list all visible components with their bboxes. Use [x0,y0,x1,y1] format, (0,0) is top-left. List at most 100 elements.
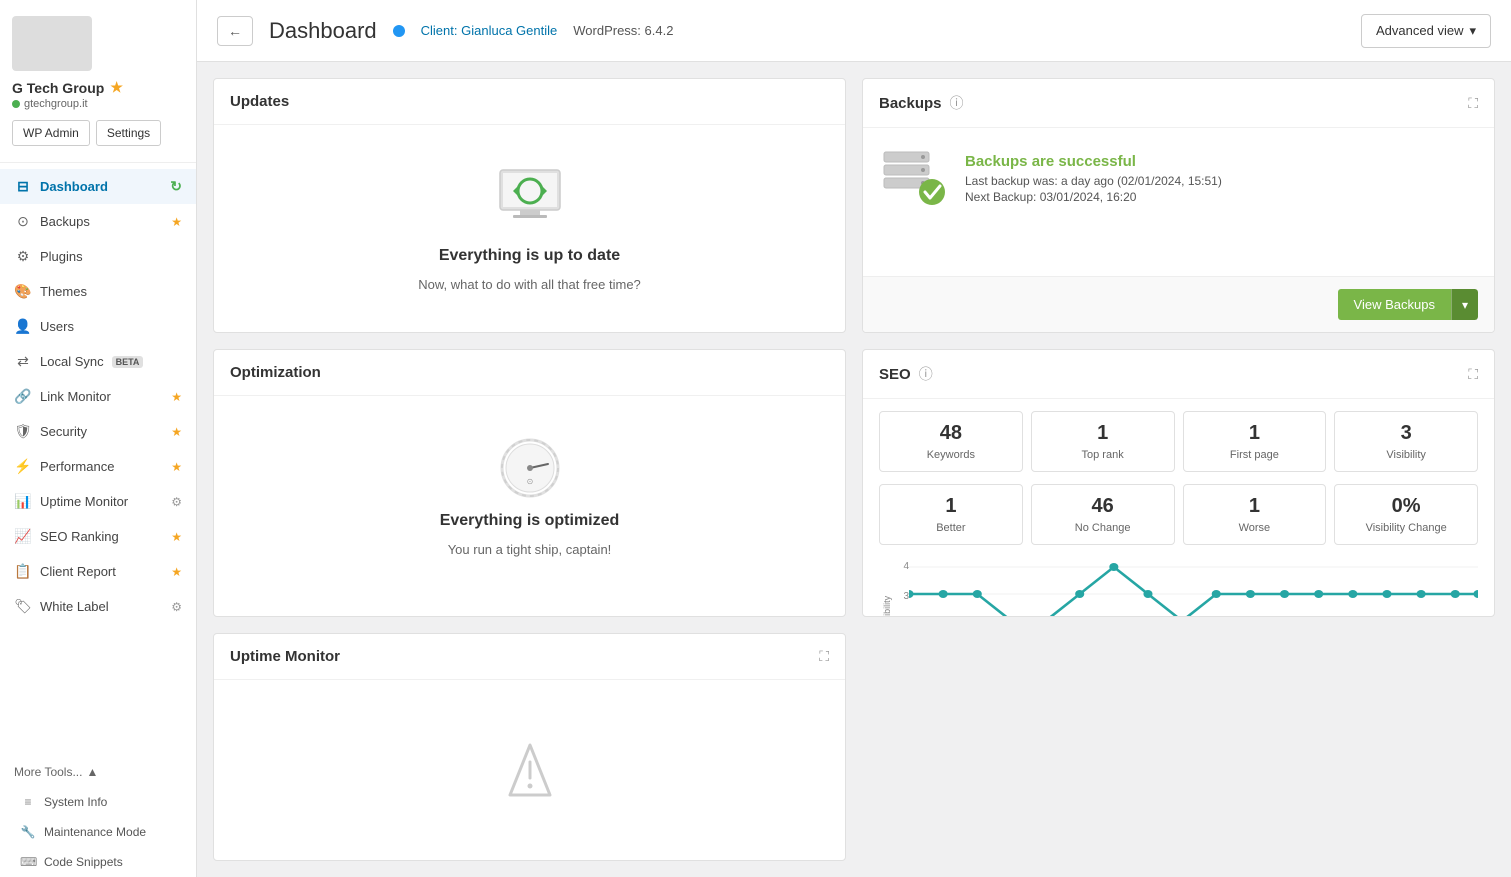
wp-admin-button[interactable]: WP Admin [12,120,90,146]
sidebar-item-backups[interactable]: ⊙ Backups ★ [0,204,196,239]
uptime-monitor-icon: 📊 [14,493,32,510]
seo-card-title: SEO [879,366,911,383]
seo-metric-visibility-change: 0% Visibility Change [1334,484,1478,545]
backup-status: Backups are successful Last backup was: … [879,148,1478,208]
badge-star-icon: ★ [171,530,182,544]
seo-metric-top-rank: 1 Top rank [1031,411,1175,472]
badge-star-icon: ★ [171,215,182,229]
uptime-expand-icon[interactable]: ⛶ [819,648,829,665]
sidebar-item-label: Themes [40,284,87,299]
no-change-label: No Change [1040,522,1166,534]
view-backups-dropdown-button[interactable]: ▾ [1451,289,1478,320]
seo-chart: Visibility 4 3 2 1 [879,557,1478,617]
y-label-4: 4 [903,561,909,572]
advanced-view-button[interactable]: Advanced view ▾ [1361,14,1491,48]
code-snippets-icon: ⌨ [20,855,36,869]
seo-expand-icon[interactable]: ⛶ [1468,366,1478,383]
sidebar-item-uptime-monitor[interactable]: 📊 Uptime Monitor ⚙ [0,484,196,519]
sidebar-item-link-monitor[interactable]: 🔗 Link Monitor ★ [0,379,196,414]
sub-nav-item-code-snippets[interactable]: ⌨ Code Snippets [0,847,196,877]
sidebar-item-themes[interactable]: 🎨 Themes [0,274,196,309]
updates-illustration [495,165,565,230]
seo-metric-worse: 1 Worse [1183,484,1327,545]
keywords-label: Keywords [888,449,1014,461]
updates-sub-text: Now, what to do with all that free time? [418,277,641,292]
more-tools[interactable]: More Tools... ▲ [0,757,196,787]
optimization-card-title: Optimization [230,364,321,381]
sidebar-item-label: Users [40,319,74,334]
seo-info-icon[interactable]: ⓘ [919,364,933,384]
info-icon[interactable]: ⓘ [950,93,964,113]
status-indicator [393,25,405,37]
uptime-card-body [214,680,845,860]
seo-metric-no-change: 46 No Change [1031,484,1175,545]
more-tools-label: More Tools... [14,765,82,779]
backups-card-header: Backups ⓘ ⛶ [863,79,1494,128]
sidebar-item-label: Dashboard [40,179,108,194]
chevron-up-icon: ▲ [86,765,98,779]
header: ← Dashboard Client: Gianluca Gentile Wor… [197,0,1511,62]
sidebar-item-plugins[interactable]: ⚙ Plugins [0,239,196,274]
sidebar-item-label: White Label [40,599,109,614]
visibility-label: Visibility [1343,449,1469,461]
first-page-label: First page [1192,449,1318,461]
sidebar-item-white-label[interactable]: 🏷 White Label ⚙ [0,589,196,624]
gauge-icon: ⊙ [498,436,562,500]
settings-button[interactable]: Settings [96,120,161,146]
client-label: Client: Gianluca Gentile [421,23,558,38]
optimization-sub-text: You run a tight ship, captain! [448,542,612,557]
backup-server-icon [880,148,948,208]
page-title: Dashboard [269,18,377,44]
expand-icon[interactable]: ⛶ [1468,95,1478,112]
sidebar-item-label: Security [40,424,87,439]
sidebar-item-label: Uptime Monitor [40,494,128,509]
badge-star-icon: ★ [171,460,182,474]
badge-star-icon: ★ [171,390,182,404]
no-change-value: 46 [1040,495,1166,518]
sidebar-buttons: WP Admin Settings [12,120,184,146]
seo-metrics-row2: 1 Better 46 No Change 1 Worse 0% Visibil… [879,484,1478,545]
optimization-card-body: ⊙ Everything is optimized You run a tigh… [214,396,845,597]
view-backups-button[interactable]: View Backups [1338,289,1451,320]
chart-svg-container [909,557,1478,617]
site-url-text: gtechgroup.it [24,98,88,110]
sub-nav-item-system-info[interactable]: ≡ System Info [0,787,196,817]
badge-star-icon: ★ [171,425,182,439]
sidebar-nav: ⊟ Dashboard ↻ ⊙ Backups ★ ⚙ Plugins 🎨 Th… [0,163,196,757]
dashboard-icon: ⊟ [14,178,32,195]
maintenance-mode-icon: 🔧 [20,825,36,839]
top-rank-label: Top rank [1040,449,1166,461]
badge-gear-icon: ⚙ [171,600,182,614]
sidebar-item-dashboard[interactable]: ⊟ Dashboard ↻ [0,169,196,204]
sidebar-item-seo-ranking[interactable]: 📈 SEO Ranking ★ [0,519,196,554]
badge-star-icon: ★ [171,565,182,579]
chevron-down-icon: ▾ [1469,23,1476,39]
site-url: gtechgroup.it [12,98,184,110]
beta-badge: BETA [112,356,144,368]
client-report-icon: 📋 [14,563,32,580]
sub-nav-label: Code Snippets [44,855,123,869]
backup-next-text: Next Backup: 03/01/2024, 16:20 [965,190,1222,204]
backups-card: Backups ⓘ ⛶ [862,78,1495,333]
updates-card: Updates [213,78,846,333]
chart-y-axis: Visibility 4 3 2 1 [879,557,909,617]
sidebar-item-local-sync[interactable]: ⇄ Local Sync BETA [0,344,196,379]
updates-card-header: Updates [214,79,845,125]
client-name: Gianluca Gentile [461,23,557,38]
sidebar-item-label: Link Monitor [40,389,111,404]
advanced-view-label: Advanced view [1376,23,1463,38]
backups-footer: View Backups ▾ [863,276,1494,332]
seo-metric-visibility: 3 Visibility [1334,411,1478,472]
sidebar-item-client-report[interactable]: 📋 Client Report ★ [0,554,196,589]
badge-gear-icon: ⚙ [171,495,182,509]
optimization-card: Optimization ⊙ Everyth [213,349,846,617]
back-button[interactable]: ← [217,16,253,46]
seo-metric-better: 1 Better [879,484,1023,545]
sidebar-item-security[interactable]: 🛡 Security ★ [0,414,196,449]
sidebar-item-users[interactable]: 👤 Users [0,309,196,344]
sub-nav-item-maintenance-mode[interactable]: 🔧 Maintenance Mode [0,817,196,847]
sidebar-item-label: Backups [40,214,90,229]
sidebar-item-performance[interactable]: ⚡ Performance ★ [0,449,196,484]
seo-line-chart [909,557,1478,617]
first-page-value: 1 [1192,422,1318,445]
